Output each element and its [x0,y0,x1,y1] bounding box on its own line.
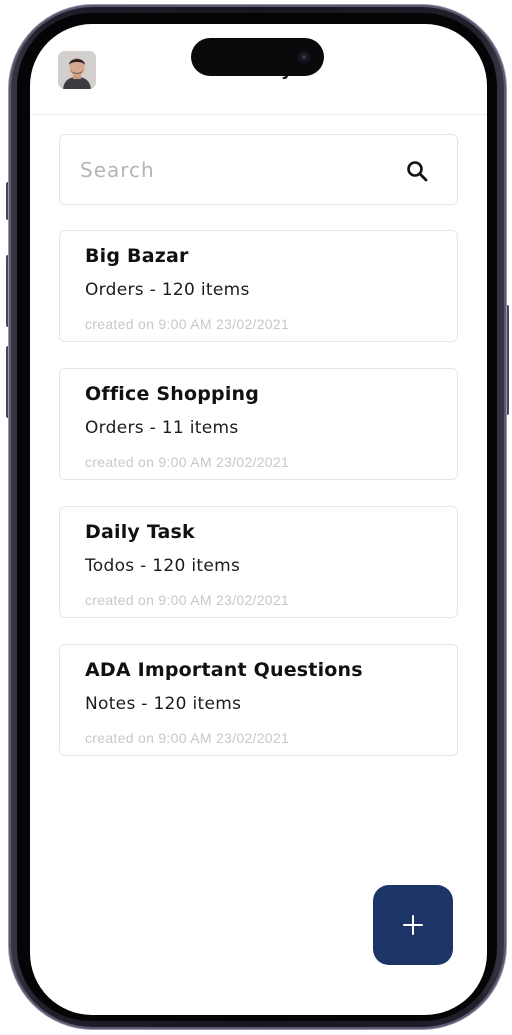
list-subtitle: Orders - 120 items [85,280,250,300]
plus-icon [401,913,425,937]
device-stage: Lately Big Bazar Orders - 120 items crea… [0,0,512,1035]
list-subtitle: Notes - 120 items [85,694,242,714]
search-icon[interactable] [405,159,429,183]
list-card[interactable]: Daily Task Todos - 120 items created on … [59,506,458,618]
list-title: Daily Task [85,521,195,543]
list-title: Big Bazar [85,245,189,267]
list-subtitle: Orders - 11 items [85,418,239,438]
list-created-date: created on 9:00 AM 23/02/2021 [85,454,290,470]
list-subtitle: Todos - 120 items [85,556,241,576]
app-header: Lately [30,24,487,115]
list-card[interactable]: Big Bazar Orders - 120 items created on … [59,230,458,342]
list-card[interactable]: Office Shopping Orders - 11 items create… [59,368,458,480]
app-screen: Lately Big Bazar Orders - 120 items crea… [30,24,487,1015]
list-title: ADA Important Questions [85,659,363,681]
list-created-date: created on 9:00 AM 23/02/2021 [85,592,290,608]
dynamic-island [191,38,324,76]
front-camera [298,51,310,63]
search-bar[interactable] [59,134,458,205]
avatar-photo [58,51,96,89]
list-created-date: created on 9:00 AM 23/02/2021 [85,730,290,746]
list-created-date: created on 9:00 AM 23/02/2021 [85,316,290,332]
list-title: Office Shopping [85,383,260,405]
avatar[interactable] [58,51,96,89]
list-card[interactable]: ADA Important Questions Notes - 120 item… [59,644,458,756]
add-list-button[interactable] [373,885,453,965]
search-input[interactable] [80,153,380,187]
